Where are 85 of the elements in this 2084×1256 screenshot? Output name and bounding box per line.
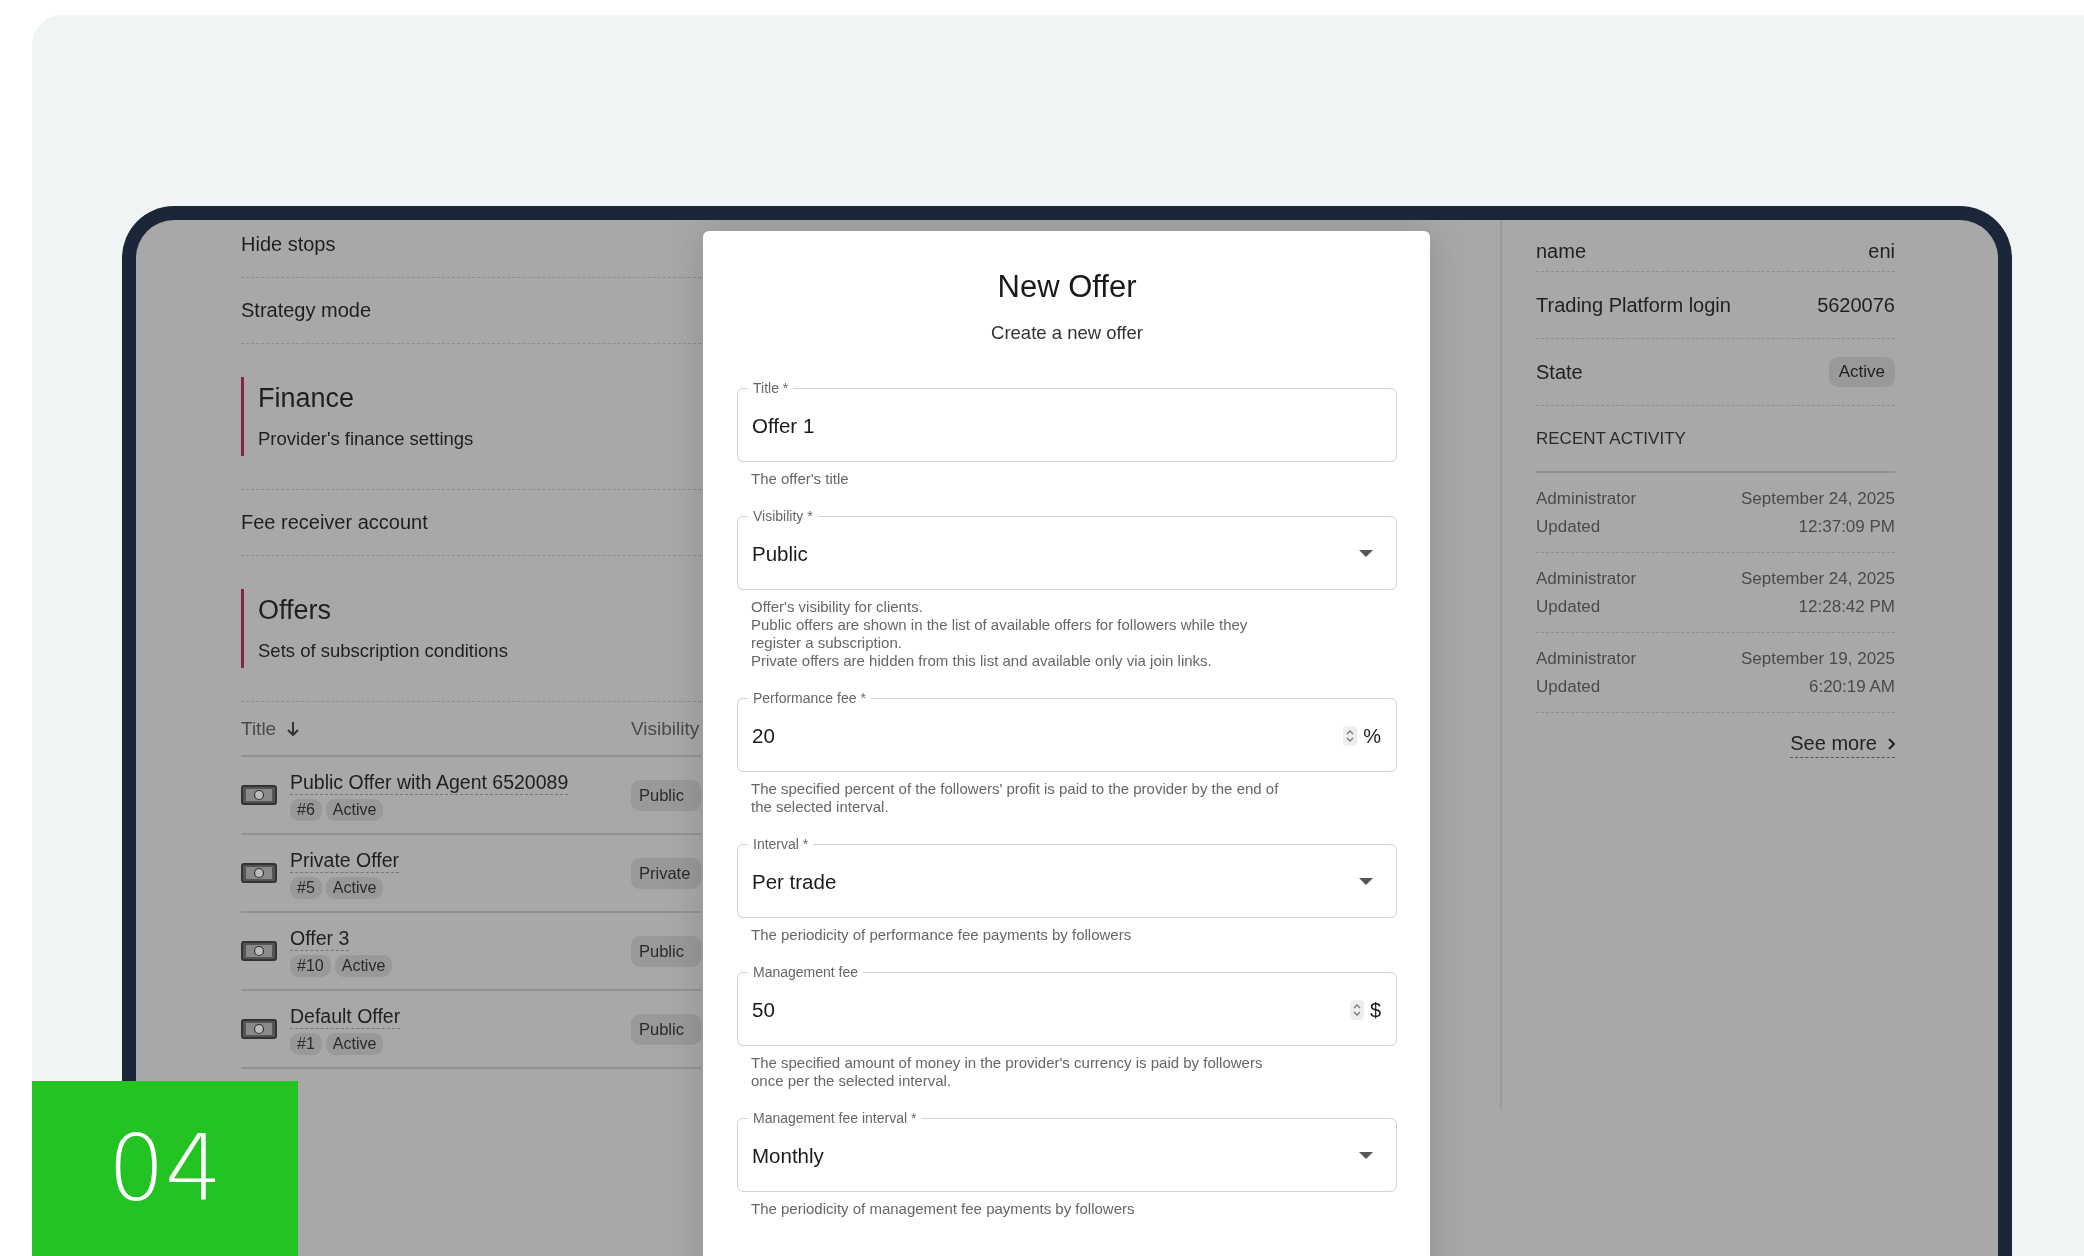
setting-label: Hide stops: [241, 233, 336, 256]
activity-time: 12:37:09 PM: [1798, 516, 1895, 537]
banknote-icon: [241, 941, 277, 961]
status-tag: Active: [334, 954, 393, 977]
setting-label: Strategy mode: [241, 299, 372, 322]
detail-label: name: [1536, 240, 1587, 263]
activity-action: Updated: [1536, 596, 1602, 617]
helper-text: The offer's title: [751, 470, 850, 488]
field-value: Per trade: [752, 870, 838, 894]
field-label: Interval *: [752, 836, 810, 852]
step-badge: 04: [32, 1081, 298, 1256]
detail-label: Trading Platform login: [1536, 293, 1731, 317]
caret-icon: [1359, 878, 1373, 886]
caret-icon: [1359, 1152, 1373, 1160]
field-label: Performance fee *: [752, 690, 867, 706]
offer-title-link[interactable]: Public Offer with Agent 6520089: [290, 769, 569, 795]
dialog-title: New Offer: [996, 268, 1138, 306]
setting-label: Fee receiver account: [241, 511, 428, 534]
helper-text: Offer's visibility for clients. Public offers are shown in the list of available offers for followers while they register a subscription. Private offers are hidden from this list and available only via join links.: [751, 598, 1249, 670]
helper-text: The periodicity of management fee payments by followers: [751, 1200, 1136, 1218]
field-value: Monthly: [752, 1144, 825, 1168]
offer-title-link[interactable]: Offer 3: [290, 925, 350, 951]
caret-icon: [1359, 550, 1373, 558]
helper-text: The specified percent of the followers' profit is paid to the provider by the end of the selected interval.: [751, 780, 1280, 816]
field-label: Visibility *: [752, 508, 814, 524]
field-label: Title *: [752, 380, 790, 396]
field-value: 50: [752, 998, 776, 1022]
input-field[interactable]: Management fee 50 $: [737, 964, 1397, 1046]
unit-label: $: [1369, 998, 1381, 1022]
status-tag: Active: [325, 798, 384, 821]
field-label: Management fee interval *: [752, 1110, 918, 1126]
section-subtitle: Provider's finance settings: [258, 428, 474, 450]
activity-date: September 24, 2025: [1740, 568, 1895, 589]
select-field[interactable]: Interval * Per trade: [737, 836, 1397, 918]
select-field[interactable]: Visibility * Public: [737, 508, 1397, 590]
activity-user: Administrator: [1536, 648, 1637, 669]
visibility-tag: Public: [631, 935, 701, 967]
input-field[interactable]: Title * Offer 1: [737, 380, 1397, 462]
status-tag: Active: [325, 1032, 384, 1055]
field-value: 20: [752, 724, 776, 748]
input-field[interactable]: Performance fee * 20 %: [737, 690, 1397, 772]
activity-time: 12:28:42 PM: [1798, 596, 1895, 617]
dialog-subtitle: Create a new offer: [990, 321, 1144, 345]
chevron-right-icon: [1887, 737, 1895, 750]
visibility-tag: Public: [631, 1013, 701, 1045]
activity-action: Updated: [1536, 516, 1602, 537]
detail-value: 5620076: [1817, 293, 1895, 317]
see-more-link[interactable]: See more: [1790, 732, 1895, 758]
offer-title-link[interactable]: Private Offer: [290, 847, 400, 873]
section-heading: RECENT ACTIVITY: [1536, 428, 1686, 449]
activity-user: Administrator: [1536, 568, 1637, 589]
activity-user: Administrator: [1536, 488, 1637, 509]
visibility-tag: Private: [631, 857, 701, 889]
field-value: Public: [752, 542, 809, 566]
offer-number-tag: #10: [290, 954, 331, 977]
unit-label: %: [1363, 724, 1381, 748]
activity-date: September 19, 2025: [1740, 648, 1895, 669]
section-title: Finance: [258, 383, 356, 414]
section-subtitle: Sets of subscription conditions: [258, 640, 508, 662]
column-header[interactable]: Title: [241, 717, 631, 740]
field-value: Offer 1: [752, 414, 816, 438]
detail-value: eni: [1868, 240, 1895, 263]
offer-title-link[interactable]: Default Offer: [290, 1003, 401, 1029]
helper-text: The periodicity of performance fee payments by followers: [751, 926, 1133, 944]
field-label: Management fee: [752, 964, 860, 980]
activity-action: Updated: [1536, 676, 1602, 697]
activity-time: 6:20:19 AM: [1809, 676, 1895, 697]
spinner-icon[interactable]: [1349, 1000, 1364, 1020]
helper-text: The specified amount of money in the provider's currency is paid by followers once per the selected interval.: [751, 1054, 1264, 1090]
banknote-icon: [241, 863, 277, 883]
select-field[interactable]: Management fee interval * Monthly: [737, 1110, 1397, 1192]
state-tag: Active: [1828, 357, 1895, 387]
offer-number-tag: #1: [290, 1032, 322, 1055]
status-tag: Active: [325, 876, 384, 899]
banknote-icon: [241, 785, 277, 805]
offer-number-tag: #6: [290, 798, 322, 821]
offer-number-tag: #5: [290, 876, 322, 899]
detail-label: State: [1536, 360, 1583, 384]
activity-date: September 24, 2025: [1740, 488, 1895, 509]
banknote-icon: [241, 1019, 277, 1039]
section-title: Offers: [258, 595, 333, 626]
visibility-tag: Public: [631, 779, 701, 811]
spinner-icon[interactable]: [1343, 726, 1358, 746]
column-header[interactable]: Visibility: [631, 717, 701, 740]
sort-arrow-icon: [286, 720, 301, 737]
